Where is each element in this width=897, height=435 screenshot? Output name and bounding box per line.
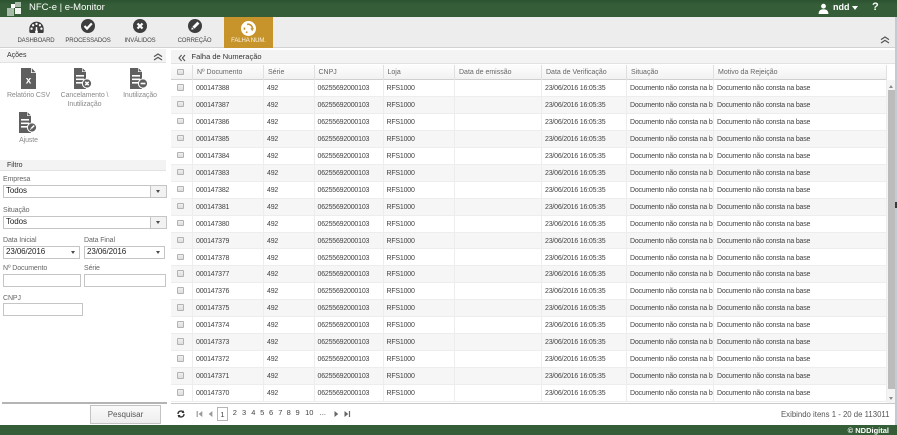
svg-text:x: x xyxy=(26,76,32,87)
